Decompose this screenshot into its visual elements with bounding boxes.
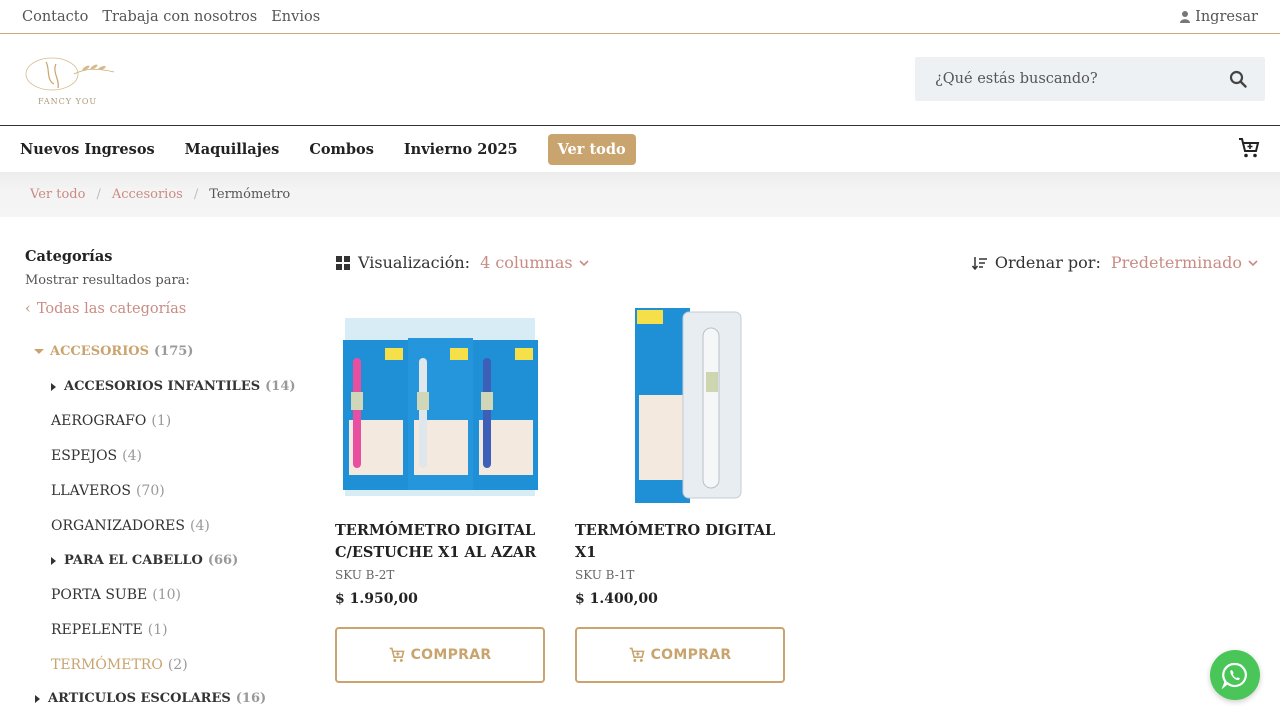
category-airbrush[interactable]: AEROGRAFO (1) bbox=[51, 413, 171, 429]
nav-item-see-all[interactable]: Ver todo bbox=[547, 133, 636, 165]
category-kids-accessories[interactable]: ACCESORIOS INFANTILES (14) bbox=[51, 379, 296, 394]
category-label: PORTA SUBE bbox=[51, 587, 148, 603]
category-label: ACCESORIOS bbox=[50, 344, 149, 359]
all-categories-link[interactable]: ‹ Todas las categorías bbox=[25, 301, 305, 317]
category-count: (66) bbox=[207, 553, 239, 568]
chevron-left-icon: ‹ bbox=[25, 301, 31, 317]
breadcrumb-separator: / bbox=[96, 187, 101, 202]
view-label: Visualización: bbox=[358, 253, 471, 272]
chevron-down-icon bbox=[1248, 259, 1258, 266]
breadcrumb-accessories[interactable]: Accesorios bbox=[112, 187, 183, 202]
header: FANCY YOU bbox=[0, 34, 1280, 126]
work-with-us-link[interactable]: Trabaja con nosotros bbox=[102, 9, 257, 25]
product-card[interactable]: TERMÓMETRO DIGITAL X1 SKU B-1T $ 1.400,0… bbox=[575, 300, 785, 607]
category-label: AEROGRAFO bbox=[51, 413, 147, 429]
chevron-down-icon bbox=[579, 259, 589, 266]
shipping-link[interactable]: Envios bbox=[271, 9, 320, 25]
view-value: 4 columnas bbox=[480, 253, 573, 272]
product-price: $ 1.950,00 bbox=[335, 591, 418, 607]
product-sku: SKU B-1T bbox=[575, 568, 635, 582]
category-label: ESPEJOS bbox=[51, 448, 118, 464]
buy-label: COMPRAR bbox=[650, 647, 732, 663]
product-card[interactable]: TERMÓMETRO DIGITAL C/ESTUCHE X1 AL AZAR … bbox=[335, 300, 545, 607]
category-school[interactable]: ARTICULOS ESCOLARES (16) bbox=[35, 691, 266, 706]
category-repellent[interactable]: REPELENTE (1) bbox=[51, 622, 168, 638]
category-count: (1) bbox=[147, 622, 168, 638]
product-sku: SKU B-2T bbox=[335, 568, 395, 582]
category-sidebar: Categorías Mostrar resultados para: ‹ To… bbox=[25, 248, 305, 317]
category-count: (4) bbox=[122, 448, 142, 464]
user-icon bbox=[1180, 10, 1191, 23]
buy-label: COMPRAR bbox=[410, 647, 492, 663]
top-links: Contacto Trabaja con nosotros Envios bbox=[22, 9, 320, 25]
nav-item-combos[interactable]: Combos bbox=[309, 141, 374, 158]
category-label: ACCESORIOS INFANTILES bbox=[64, 379, 261, 394]
login-label: Ingresar bbox=[1195, 8, 1258, 25]
grid-icon bbox=[336, 255, 350, 270]
sort-value: Predeterminado bbox=[1110, 253, 1242, 272]
buy-button[interactable]: COMPRAR bbox=[575, 627, 785, 683]
sidebar-title: Categorías bbox=[25, 248, 113, 265]
cart-add-icon bbox=[389, 647, 405, 662]
caret-right-icon bbox=[35, 694, 40, 703]
cart-add-icon bbox=[629, 647, 645, 662]
all-categories-label: Todas las categorías bbox=[36, 301, 187, 317]
category-label: TERMÓMETRO bbox=[51, 657, 163, 673]
category-count: (1) bbox=[151, 413, 172, 429]
category-label: REPELENTE bbox=[51, 622, 143, 638]
category-sube-holder[interactable]: PORTA SUBE (10) bbox=[51, 587, 181, 603]
whatsapp-icon bbox=[1221, 662, 1247, 689]
logo-text: FANCY YOU bbox=[38, 97, 97, 106]
product-image[interactable] bbox=[335, 300, 545, 512]
sidebar-subtitle: Mostrar resultados para: bbox=[25, 273, 190, 288]
category-organizers[interactable]: ORGANIZADORES (4) bbox=[51, 518, 210, 534]
caret-right-icon bbox=[51, 382, 56, 391]
product-price: $ 1.400,00 bbox=[575, 591, 658, 607]
category-mirrors[interactable]: ESPEJOS (4) bbox=[51, 448, 142, 464]
caret-right-icon bbox=[51, 556, 56, 565]
category-hair[interactable]: PARA EL CABELLO (66) bbox=[51, 553, 238, 568]
category-count: (175) bbox=[154, 344, 194, 359]
sort-icon bbox=[971, 256, 987, 270]
top-bar: Contacto Trabaja con nosotros Envios Ing… bbox=[0, 0, 1280, 34]
whatsapp-button[interactable] bbox=[1210, 650, 1260, 700]
caret-down-icon bbox=[34, 349, 44, 354]
category-label: PARA EL CABELLO bbox=[64, 553, 203, 568]
view-selector[interactable]: Visualización: 4 columnas bbox=[336, 253, 589, 272]
category-label: ORGANIZADORES bbox=[51, 518, 185, 534]
login-link[interactable]: Ingresar bbox=[1180, 9, 1258, 25]
search-box bbox=[915, 57, 1265, 101]
category-count: (16) bbox=[235, 691, 267, 706]
contact-link[interactable]: Contacto bbox=[22, 9, 88, 25]
category-count: (14) bbox=[265, 379, 296, 394]
search-icon[interactable] bbox=[1229, 70, 1247, 88]
category-label: ARTICULOS ESCOLARES bbox=[48, 691, 231, 706]
buy-button[interactable]: COMPRAR bbox=[335, 627, 545, 683]
search-input[interactable] bbox=[935, 71, 1215, 87]
category-keychains[interactable]: LLAVEROS (70) bbox=[51, 483, 165, 499]
nav-item-makeup[interactable]: Maquillajes bbox=[185, 141, 280, 158]
breadcrumb: Ver todo / Accesorios / Termómetro bbox=[0, 172, 1280, 217]
nav-item-winter[interactable]: Invierno 2025 bbox=[404, 141, 518, 158]
sort-selector[interactable]: Ordenar por: Predeterminado bbox=[971, 253, 1258, 272]
category-count: (4) bbox=[189, 518, 210, 534]
product-name[interactable]: TERMÓMETRO DIGITAL X1 bbox=[575, 520, 785, 564]
category-count: (10) bbox=[152, 587, 181, 603]
category-count: (70) bbox=[135, 483, 165, 499]
cart-icon[interactable] bbox=[1238, 137, 1260, 163]
sort-label: Ordenar por: bbox=[994, 253, 1101, 272]
breadcrumb-current: Termómetro bbox=[209, 187, 291, 202]
breadcrumb-separator: / bbox=[193, 187, 199, 202]
category-count: (2) bbox=[167, 657, 188, 673]
product-name[interactable]: TERMÓMETRO DIGITAL C/ESTUCHE X1 AL AZAR bbox=[335, 520, 545, 564]
category-accessories[interactable]: ACCESORIOS (175) bbox=[34, 344, 193, 359]
category-thermometer[interactable]: TERMÓMETRO (2) bbox=[51, 657, 188, 673]
category-label: LLAVEROS bbox=[51, 483, 131, 499]
breadcrumb-see-all[interactable]: Ver todo bbox=[30, 187, 85, 202]
nav-item-new[interactable]: Nuevos Ingresos bbox=[20, 141, 155, 158]
logo[interactable]: FANCY YOU bbox=[16, 54, 118, 110]
main-nav: Nuevos Ingresos Maquillajes Combos Invie… bbox=[0, 126, 1280, 172]
product-image[interactable] bbox=[575, 300, 785, 512]
logo-mark: FANCY YOU bbox=[25, 57, 115, 106]
